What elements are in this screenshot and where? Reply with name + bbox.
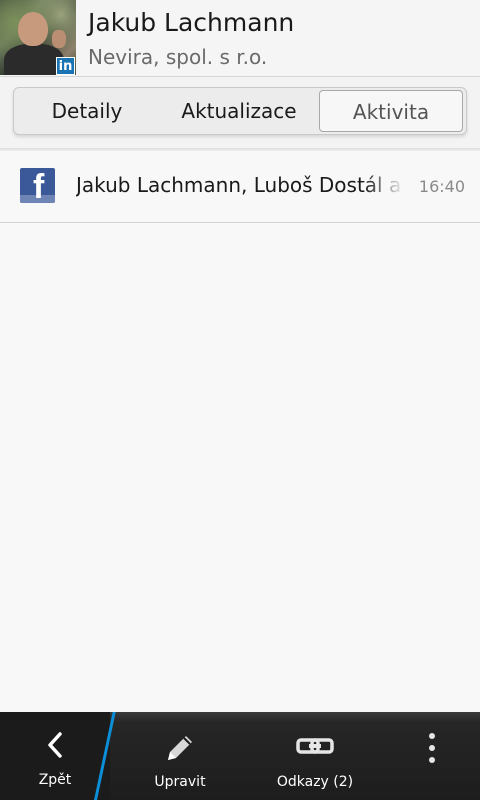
links-button[interactable]: Odkazy (2): [255, 712, 375, 800]
contact-avatar[interactable]: in: [0, 0, 76, 75]
linkedin-icon: in: [56, 57, 75, 75]
contact-company: Nevira, spol. s r.o.: [88, 45, 268, 69]
pencil-icon: [162, 730, 198, 770]
back-label: Zpět: [38, 772, 72, 788]
avatar-head: [18, 12, 48, 46]
edit-label: Upravit: [154, 774, 206, 790]
contact-name: Jakub Lachmann: [88, 8, 295, 37]
tab-detaily[interactable]: Detaily: [14, 88, 160, 134]
tab-aktivita[interactable]: Aktivita: [319, 90, 463, 132]
links-label: Odkazy (2): [276, 774, 354, 790]
facebook-icon: f: [20, 168, 55, 203]
edit-button[interactable]: Upravit: [125, 712, 235, 800]
link-icon: [295, 730, 335, 768]
activity-title: Jakub Lachmann, Luboš Dostál a: [76, 173, 402, 197]
tab-aktualizace[interactable]: Aktualizace: [162, 88, 316, 134]
activity-time: 16:40: [418, 177, 465, 196]
avatar-body: [4, 44, 64, 75]
chevron-left-icon: [43, 730, 67, 764]
overflow-menu-button[interactable]: [400, 712, 464, 800]
contact-header: in Jakub Lachmann Nevira, spol. s r.o.: [0, 0, 480, 77]
contact-activity-screen: in Jakub Lachmann Nevira, spol. s r.o. D…: [0, 0, 480, 800]
action-bar: Zpět Upravit Odkazy (2): [0, 712, 480, 800]
overflow-menu-icon: [428, 730, 436, 770]
tab-bar-area: Detaily Aktualizace Aktivita: [0, 77, 480, 149]
avatar-hand: [52, 30, 66, 48]
activity-list-item[interactable]: f Jakub Lachmann, Luboš Dostál a 16:40: [0, 151, 480, 223]
segmented-control: Detaily Aktualizace Aktivita: [13, 87, 467, 135]
back-button[interactable]: Zpět: [0, 712, 110, 800]
facebook-icon-glyph: f: [33, 168, 45, 203]
